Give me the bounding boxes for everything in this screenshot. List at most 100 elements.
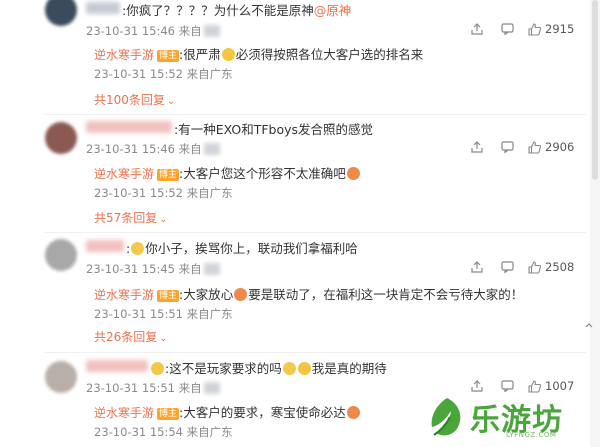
timestamp: 23-10-31 15:45 [86, 262, 175, 276]
avatar[interactable] [45, 0, 77, 26]
watermark-url: LYFNGZ.COM [506, 431, 557, 439]
comment-body-cont: 我是真的期待 [311, 361, 387, 376]
more-replies-label: 共57条回复 [94, 211, 158, 225]
leaf-logo-icon [431, 398, 461, 436]
comment-body: :有一种EXO和TFboys发合照的感觉 [174, 122, 374, 137]
avatar[interactable] [45, 122, 77, 154]
reply-text-cont: 要是联动了，在福利这一块肯定不会亏待大家的！ [248, 287, 524, 302]
scrollbar-track[interactable] [590, 0, 600, 447]
thumbs-up-icon [528, 260, 541, 274]
like-button[interactable]: 2906 [528, 140, 574, 154]
watermark-logo: 乐游坊 LYFNGZ.COM [420, 393, 600, 447]
more-replies-link[interactable]: 共100条回复 ⌄ [94, 91, 175, 108]
reply-text: :大客户您这个形容不太准确吧 [179, 166, 346, 181]
location: 来自广东 [186, 307, 233, 321]
username-blurred[interactable] [86, 240, 124, 252]
reply-author[interactable]: 逆水寒手游 [94, 48, 154, 62]
comment-text: :你疯了？？？？为什么不能是原神@原神 [122, 0, 351, 19]
like-button[interactable]: 2508 [528, 260, 574, 274]
username-blurred[interactable] [86, 360, 148, 372]
like-count: 2915 [545, 22, 575, 36]
excited-emoji-icon [234, 288, 248, 301]
comment-icon[interactable] [501, 380, 514, 392]
reply-author[interactable]: 逆水寒手游 [94, 288, 154, 302]
comment-body: :你疯了？？？？为什么不能是原神 [122, 3, 314, 18]
location: 来自广东 [186, 186, 233, 200]
share-icon[interactable] [471, 261, 483, 273]
like-count: 2906 [545, 140, 575, 154]
location-label: 来自 [178, 142, 202, 156]
praying-hands-emoji-icon [221, 48, 235, 61]
timestamp: 23-10-31 15:52 [94, 186, 183, 200]
thumbs-up-icon [528, 140, 541, 154]
timestamp: 23-10-31 15:54 [94, 425, 183, 439]
divider [45, 352, 586, 353]
chevron-down-icon: ⌄ [159, 214, 168, 225]
comment-meta: 23-10-31 15:45 来自 [86, 261, 220, 277]
location-blurred [203, 143, 220, 155]
divider [45, 232, 586, 233]
comment-meta: 23-10-31 15:51 来自 [86, 380, 220, 396]
timestamp: 23-10-31 15:52 [94, 67, 183, 81]
timestamp: 23-10-31 15:46 [86, 24, 175, 38]
comment-text: :有一种EXO和TFboys发合照的感觉 [174, 119, 373, 138]
comment-body-cont: 你小子，挨骂你上，联动我们拿福利哈 [145, 241, 358, 256]
like-count: 1007 [545, 379, 575, 393]
laughing-emoji-icon [151, 362, 164, 375]
thumbs-emoji-icon [297, 362, 311, 375]
reply-author[interactable]: 逆水寒手游 [94, 406, 154, 420]
comment-text: : 你小子，挨骂你上，联动我们拿福利哈 [126, 238, 358, 257]
comment-icon[interactable] [501, 141, 514, 153]
chevron-down-icon: ⌄ [159, 333, 168, 344]
avatar[interactable] [45, 361, 77, 393]
comment-icon[interactable] [501, 261, 514, 273]
comment-text: :这不是玩家要求的吗 我是真的期待 [150, 358, 387, 377]
share-icon[interactable] [471, 23, 483, 35]
more-replies-label: 共100条回复 [94, 93, 165, 107]
comment-body: :这不是玩家要求的吗 [165, 361, 282, 376]
location: 来自广东 [186, 425, 233, 439]
thumbs-up-icon [528, 379, 541, 393]
username-blurred[interactable] [86, 2, 120, 14]
reply-text: :大客户的要求，寒宝使命必达 [179, 405, 346, 420]
blushing-emoji-icon [346, 167, 360, 180]
share-icon[interactable] [471, 141, 483, 153]
username-blurred[interactable] [86, 121, 172, 133]
avatar[interactable] [45, 239, 77, 271]
mention-link[interactable]: @原神 [314, 3, 352, 18]
cry-laugh-emoji-icon [282, 362, 296, 375]
location: 来自广东 [186, 67, 233, 81]
thumbs-up-icon [528, 22, 541, 36]
more-replies-link[interactable]: 共26条回复 ⌄ [94, 328, 168, 345]
more-replies-label: 共26条回复 [94, 330, 158, 344]
timestamp: 23-10-31 15:51 [86, 381, 175, 395]
chevron-down-icon: ⌄ [166, 96, 176, 107]
divider [45, 114, 586, 115]
author-badge: 博主 [157, 169, 180, 181]
comment-icon[interactable] [501, 23, 514, 35]
like-count: 2508 [545, 260, 575, 274]
reply-text: :大家放心 [179, 287, 234, 302]
like-button[interactable]: 2915 [528, 22, 574, 36]
location-blurred [203, 382, 220, 394]
location-label: 来自 [178, 381, 202, 395]
comment-meta: 23-10-31 15:46 来自 [86, 141, 220, 157]
reply-text-cont: 必须得按照各位大客户选的排名来 [235, 47, 424, 62]
comment-meta: 23-10-31 15:46 来自 [86, 23, 220, 39]
collapse-icon[interactable] [584, 321, 594, 331]
cool-emoji-icon [346, 406, 360, 419]
reply-text: :很严肃 [179, 47, 221, 62]
timestamp: 23-10-31 15:46 [86, 142, 175, 156]
location-label: 来自 [178, 262, 202, 276]
share-icon[interactable] [471, 380, 483, 392]
location-label: 来自 [178, 24, 202, 38]
scrollbar-thumb[interactable] [592, 0, 598, 180]
like-button[interactable]: 1007 [528, 379, 574, 393]
author-badge: 博主 [157, 408, 180, 420]
more-replies-link[interactable]: 共57条回复 ⌄ [94, 209, 168, 226]
comment-body: : [126, 241, 131, 256]
author-badge: 博主 [157, 290, 180, 302]
reply-author[interactable]: 逆水寒手游 [94, 167, 154, 181]
timestamp: 23-10-31 15:51 [94, 307, 183, 321]
smirk-emoji-icon [131, 242, 145, 255]
